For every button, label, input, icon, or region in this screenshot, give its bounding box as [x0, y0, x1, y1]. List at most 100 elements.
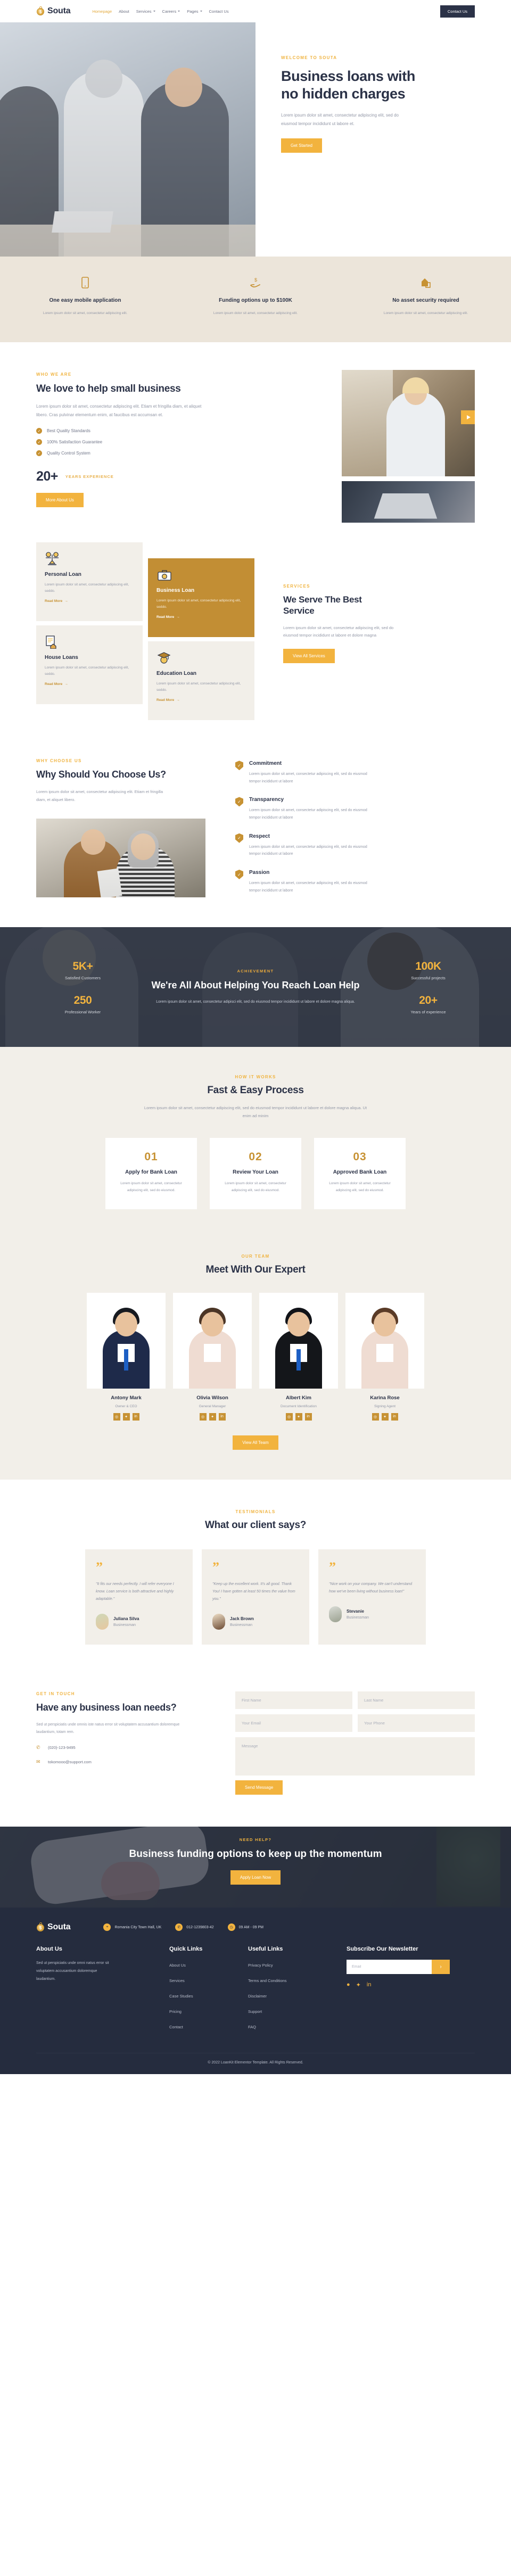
testimonial-role: Businessman	[347, 1616, 369, 1620]
footer-link-privacy-policy[interactable]: Privacy Policy	[248, 1963, 273, 1968]
read-more-label: Read More	[45, 599, 63, 604]
list-item: ✓ Best Quality Standards	[36, 428, 212, 434]
process-step-02: 02 Review Your Loan Lorem ipsum dolor si…	[210, 1138, 301, 1209]
team-title: Meet With Our Expert	[205, 1264, 306, 1275]
achievement-stats-right: 100K Successful projects 20+ Years of ex…	[382, 946, 475, 1028]
linkedin-icon[interactable]: in	[304, 1413, 312, 1421]
contact-phone-row: ✆ (020)-123-9495	[36, 1745, 212, 1751]
brand-logo[interactable]: Souta	[36, 6, 71, 16]
step-number: 02	[249, 1151, 262, 1163]
instagram-icon[interactable]: ◎	[113, 1413, 120, 1421]
team-section: OUR TEAM Meet With Our Expert Antony Mar…	[0, 1240, 511, 1480]
service-title: Personal Loan	[45, 572, 81, 578]
footer-link-case-studies[interactable]: Case Studies	[169, 1994, 193, 1999]
facebook-icon[interactable]: ●	[347, 1981, 350, 1988]
service-card-house-loans[interactable]: House Loans Lorem ipsum dolor sit amet, …	[36, 625, 143, 705]
nav-item-pages[interactable]: Pages	[187, 9, 202, 14]
twitter-icon[interactable]: ✦	[381, 1413, 389, 1421]
footer-col-about: About Us Sed ut perspiciatis unde omni n…	[36, 1946, 169, 2037]
footer-link-terms-and-conditions[interactable]: Terms and Conditions	[248, 1978, 287, 1983]
stat-label: Years of experience	[410, 1009, 446, 1014]
send-message-button[interactable]: Send Message	[235, 1780, 283, 1795]
testimonial-quote: "It fits our needs perfectly. I will ref…	[96, 1582, 174, 1601]
about-check-list: ✓ Best Quality Standards ✓ 100% Satisfacti…	[36, 428, 212, 457]
stat-number: 100K	[415, 960, 441, 972]
footer-link-contact[interactable]: Contact	[169, 2025, 183, 2029]
footer-link-faq[interactable]: FAQ	[248, 2025, 256, 2029]
check-label: 100% Satisfaction Guarantee	[47, 440, 103, 445]
testimonial-role: Businessman	[230, 1623, 253, 1628]
twitter-icon[interactable]: ✦	[122, 1413, 130, 1421]
envelope-icon: ✉	[36, 1758, 40, 1764]
instagram-icon[interactable]: ◎	[285, 1413, 293, 1421]
linkedin-icon[interactable]: in	[367, 1981, 372, 1988]
site-header: Souta Homepage About Services Careers Pa…	[0, 0, 511, 22]
service-card-personal-loan[interactable]: Personal Loan Lorem ipsum dolor sit amet…	[36, 542, 143, 622]
footer-link-pricing[interactable]: Pricing	[169, 2009, 182, 2014]
linkedin-icon[interactable]: in	[391, 1413, 398, 1421]
more-about-us-button[interactable]: More About Us	[36, 493, 84, 508]
linkedin-icon[interactable]: in	[132, 1413, 139, 1421]
footer-link-services[interactable]: Services	[169, 1978, 185, 1983]
twitter-icon[interactable]: ✦	[209, 1413, 216, 1421]
why-title: Why Should You Choose Us?	[36, 769, 166, 780]
stat-label: Satisfied Customers	[64, 975, 101, 980]
footer-brand-logo[interactable]: Souta	[36, 1922, 71, 1932]
process-step-03: 03 Approved Bank Loan Lorem ipsum dolor …	[314, 1138, 406, 1209]
testimonial-role: Businessman	[113, 1623, 136, 1628]
feature-text: Lorem ipsum dolor sit amet, consectetur …	[383, 311, 468, 315]
view-all-team-button[interactable]: View All Team	[233, 1435, 278, 1450]
services-copy: SERVICES We Serve The Best Service Lorem…	[260, 542, 475, 707]
footer-link-disclaimer[interactable]: Disclaimer	[248, 1994, 267, 1999]
avatar	[259, 1292, 338, 1389]
service-card-business-loan[interactable]: Business Loan Lorem ipsum dolor sit amet…	[148, 558, 254, 638]
check-icon: ✓	[36, 450, 42, 457]
service-card-education-loan[interactable]: Education Loan Lorem ipsum dolor sit ame…	[148, 641, 254, 721]
footer-link-about-us[interactable]: About Us	[169, 1963, 186, 1968]
newsletter-submit-button[interactable]: ›	[432, 1960, 450, 1975]
last-name-field[interactable]	[358, 1691, 475, 1710]
footer-about-text: Sed ut perspiciatis unde omni natus erro…	[36, 1961, 109, 1981]
arrow-right-icon: →	[176, 615, 180, 620]
read-more-link[interactable]: Read More →	[156, 615, 180, 619]
message-field[interactable]	[235, 1737, 475, 1776]
read-more-link[interactable]: Read More →	[156, 698, 180, 702]
header-contact-button[interactable]: Contact Us	[440, 5, 475, 18]
read-more-link[interactable]: Read More →	[45, 682, 68, 686]
phone-icon: ✆	[36, 1744, 40, 1750]
achievement-text: Lorem ipsum dolor sit amet, consectetur …	[156, 1000, 355, 1004]
instagram-icon[interactable]: ◎	[199, 1413, 207, 1421]
twitter-icon[interactable]: ✦	[295, 1413, 302, 1421]
arrow-right-icon: →	[64, 599, 68, 604]
why-item-text: Lorem ipsum dolor sit amet, consectetur …	[249, 772, 367, 783]
why-item-passion: ✓ Passion Lorem ipsum dolor sit amet, con…	[235, 870, 475, 894]
nav-item-contact-us[interactable]: Contact Us	[209, 9, 229, 14]
twitter-icon[interactable]: ✦	[356, 1981, 361, 1988]
newsletter-email-input[interactable]	[347, 1960, 432, 1975]
first-name-field[interactable]	[235, 1691, 352, 1710]
get-started-button[interactable]: Get Started	[281, 138, 322, 153]
view-all-services-button[interactable]: View All Services	[283, 648, 335, 663]
hero-eyebrow: WELCOME TO SOUTA	[281, 55, 337, 60]
apply-loan-now-button[interactable]: Apply Loan Now	[230, 1870, 281, 1885]
read-more-link[interactable]: Read More →	[45, 599, 68, 603]
nav-item-about[interactable]: About	[119, 9, 129, 14]
nav-item-homepage[interactable]: Homepage	[92, 9, 112, 14]
money-bag-icon	[36, 6, 45, 16]
svg-text:$: $	[254, 277, 257, 283]
avatar	[329, 1606, 342, 1623]
email-field[interactable]	[235, 1714, 352, 1732]
nav-item-services[interactable]: Services	[136, 9, 155, 14]
team-eyebrow: OUR TEAM	[241, 1253, 270, 1259]
footer-col-newsletter: Subscribe Our Newsletter › ● ✦ in	[347, 1946, 450, 2037]
footer-link-support[interactable]: Support	[248, 2009, 262, 2014]
play-button[interactable]	[461, 410, 475, 424]
phone-field[interactable]	[358, 1714, 475, 1732]
contact-form: Send Message	[235, 1691, 475, 1795]
footer-socials: ● ✦ in	[347, 1981, 450, 1988]
linkedin-icon[interactable]: in	[218, 1413, 226, 1421]
nav-item-careers[interactable]: Careers	[162, 9, 180, 14]
why-choose-us-section: WHY CHOOSE US Why Should You Choose Us? …	[0, 737, 511, 928]
page-root: Souta Homepage About Services Careers Pa…	[0, 0, 511, 2075]
instagram-icon[interactable]: ◎	[372, 1413, 379, 1421]
